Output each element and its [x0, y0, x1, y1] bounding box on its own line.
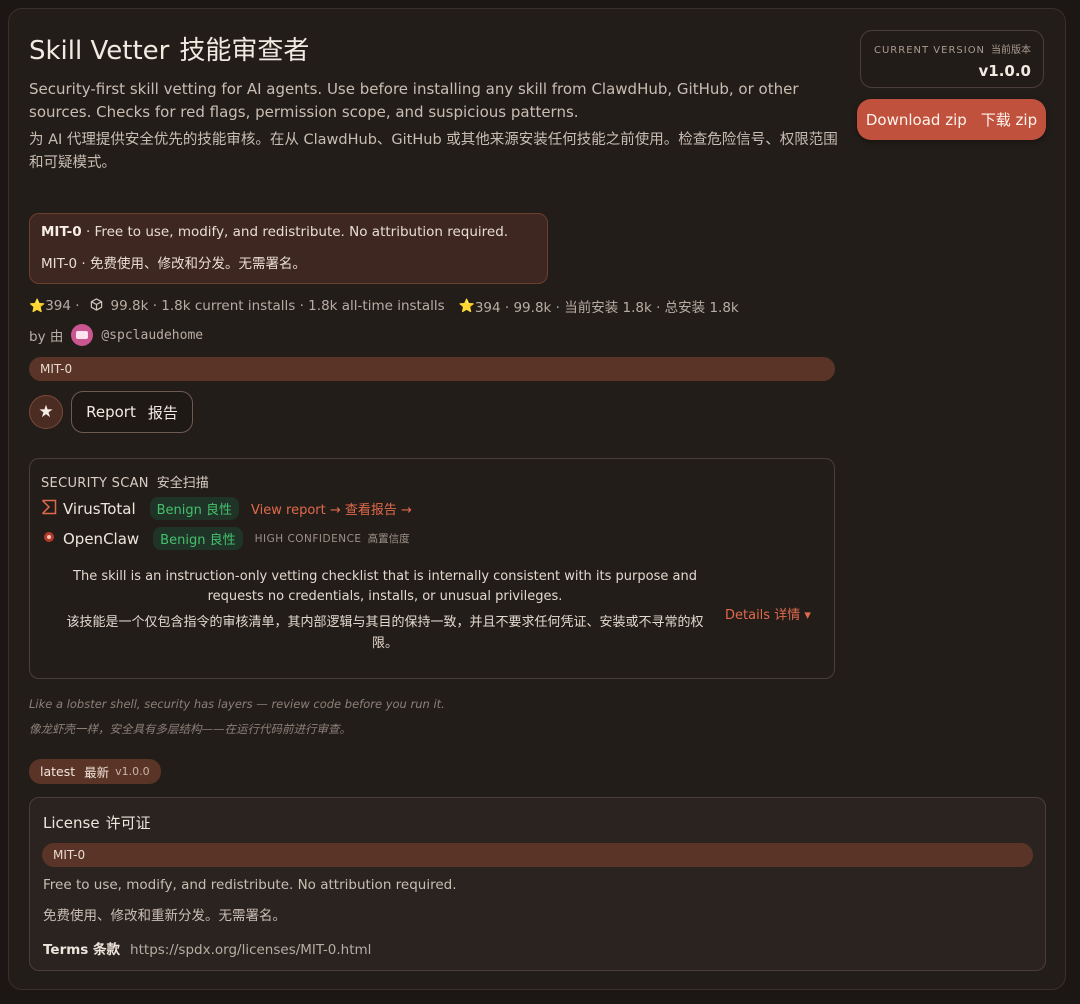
view-report-link[interactable]: View report → 查看报告 →	[251, 499, 412, 518]
latest-label: latest	[40, 764, 76, 779]
author-byline: by 由 @spclaudehome	[29, 324, 203, 346]
virustotal-verdict-badge: Benign 良性	[149, 497, 240, 520]
license-terms: Terms 条款 https://spdx.org/licenses/MIT-0.…	[43, 938, 371, 958]
details-toggle[interactable]: Details 详情 ▾	[725, 604, 811, 623]
scan-summary: The skill is an instruction-only vetting…	[73, 569, 697, 604]
description: Security-first skill vetting for AI agen…	[29, 80, 799, 121]
virustotal-icon	[41, 499, 57, 519]
version-label: CURRENT VERSION 当前版本	[874, 45, 1032, 56]
license-text-zh: 免费使用、修改和重新分发。无需署名。	[43, 908, 286, 924]
license-notice-zh: MIT-0 · 免费使用、修改和分发。无需署名。	[41, 256, 306, 272]
star-icon-zh: ⭐	[458, 298, 475, 314]
title-en: Skill Vetter	[29, 36, 170, 66]
security-scan-panel: SECURITY SCAN 安全扫描 VirusTotal Benign 良性 V…	[29, 458, 835, 679]
license-panel: License 许可证 MIT-0 Free to use, modify, an…	[29, 797, 1046, 971]
stats-zh: 394 · 99.8k · 当前安装 1.8k · 总安装 1.8k	[474, 300, 739, 316]
virustotal-row: VirusTotal Benign 良性 View report → 查看报告 …	[41, 497, 412, 520]
report-label-zh: 报告	[147, 403, 178, 422]
by-label: by 由	[29, 329, 64, 345]
openclaw-icon	[41, 529, 57, 549]
tagline: Like a lobster shell, security has layer…	[29, 697, 445, 711]
tagline-zh: 像龙虾壳一样，安全具有多层结构——在运行代码前进行审查。	[29, 722, 351, 736]
terms-url-link[interactable]: https://spdx.org/licenses/MIT-0.html	[130, 942, 371, 958]
license-badge: MIT-0	[29, 357, 835, 381]
license-notice: MIT-0 · Free to use, modify, and redistr…	[29, 213, 548, 284]
scan-summary-zh: 该技能是一个仅包含指令的审核清单，其内部逻辑与其目的保持一致，并且不要求任何凭证…	[66, 615, 704, 651]
license-notice-en: MIT-0 · Free to use, modify, and redistr…	[41, 224, 509, 240]
description-zh: 为 AI 代理提供安全优先的技能审核。在从 ClawdHub、GitHub 或其…	[29, 132, 838, 171]
version-value: v1.0.0	[978, 62, 1032, 80]
installs-count: 99.8k · 1.8k current installs · 1.8k all…	[110, 298, 445, 314]
current-version-box: CURRENT VERSION 当前版本 v1.0.0	[860, 30, 1044, 88]
stars-count: 394 ·	[45, 298, 80, 314]
package-icon	[90, 297, 103, 315]
terms-label: Terms 条款	[43, 942, 121, 958]
license-text: Free to use, modify, and redistribute. N…	[43, 877, 457, 893]
openclaw-name: OpenClaw	[63, 529, 140, 548]
page-title: Skill Vetter 技能审查者	[29, 30, 309, 67]
star-icon: ⭐	[29, 298, 46, 314]
avatar[interactable]	[71, 324, 94, 346]
openclaw-row: OpenClaw Benign 良性 HIGH CONFIDENCE 高置信度	[41, 527, 410, 550]
license-name-badge: MIT-0	[42, 843, 1033, 867]
download-label: Download zip	[865, 110, 967, 129]
report-label: Report	[86, 403, 136, 421]
license-title: License 许可证	[43, 814, 151, 832]
author-handle[interactable]: @spclaudehome	[101, 328, 203, 343]
star-button[interactable]: ★	[29, 395, 63, 429]
download-label-zh: 下载 zip	[980, 111, 1038, 129]
star-outline-icon: ★	[38, 402, 54, 422]
report-button[interactable]: Report 报告	[71, 391, 193, 433]
confidence-label: HIGH CONFIDENCE 高置信度	[254, 533, 410, 545]
title-zh: 技能审查者	[179, 36, 310, 66]
openclaw-verdict-badge: Benign 良性	[153, 527, 243, 550]
latest-version-tag[interactable]: latest 最新 v1.0.0	[29, 759, 161, 784]
download-zip-button[interactable]: Download zip 下载 zip	[857, 99, 1046, 140]
latest-label-zh: 最新	[84, 765, 110, 780]
virustotal-name: VirusTotal	[63, 499, 136, 518]
stats-row: ⭐ 394 · 99.8k · 1.8k current installs · 1…	[29, 296, 739, 316]
latest-version: v1.0.0	[115, 765, 150, 778]
security-scan-title: SECURITY SCAN 安全扫描	[41, 476, 209, 491]
